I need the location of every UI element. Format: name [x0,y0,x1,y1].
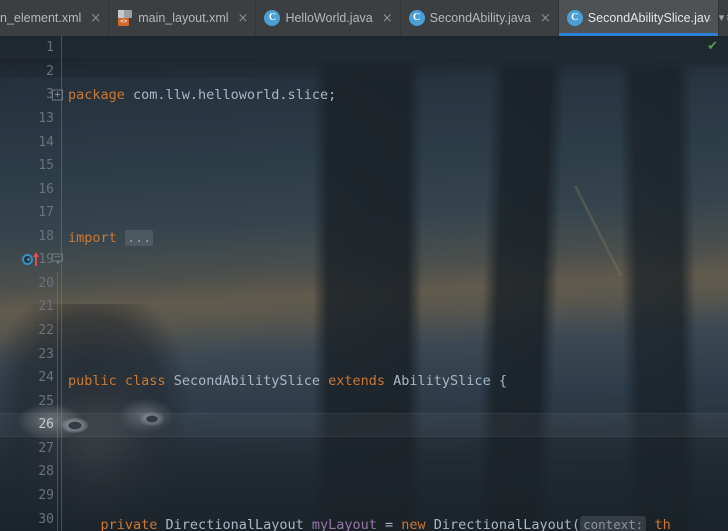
override-method-icon[interactable] [22,251,46,267]
line-number: 25 [38,393,54,409]
line-number-current: 26 [38,417,54,433]
ide-editor-window: n_element.xml × <> main_layout.xml × C H… [0,0,728,531]
tab-list-dropdown-icon[interactable]: ▾ [719,12,725,24]
tab-close-icon[interactable]: × [90,12,101,25]
java-class-icon: C [566,10,583,26]
xml-layout-icon: <> [117,10,133,26]
line-number: 27 [38,440,54,456]
line-number: 1 [46,40,54,56]
line-number: 30 [38,511,54,527]
inspection-ok-check-icon[interactable]: ✔ [707,40,718,53]
line-number: 20 [38,275,54,291]
code-editor[interactable]: 1 2 3 + 13 14 15 16 17 18 19 – 20 21 22 … [0,36,728,531]
line-number: 3 + [0,83,63,107]
tab-main_layout-xml[interactable]: <> main_layout.xml × [109,0,257,36]
code-line: private DirectionalLayout myLayout = new… [62,513,728,531]
tab-close-icon[interactable]: × [238,12,249,25]
java-class-icon: C [408,10,425,26]
tab-n_element-xml[interactable]: n_element.xml × [0,0,110,36]
tab-label: main_layout.xml [138,11,229,25]
line-number: 28 [38,464,54,480]
tab-close-icon[interactable]: × [382,12,393,25]
line-number: 15 [38,158,54,174]
code-line: package com.llw.helloworld.slice; [68,87,337,103]
tab-label: SecondAbilitySlice.java [587,11,711,25]
code-line: public class SecondAbilitySlice extends … [68,373,507,390]
line-number: 23 [38,346,54,362]
tab-label: n_element.xml [0,11,82,25]
tab-secondability-java[interactable]: C SecondAbility.java × [400,0,559,36]
gutter-divider [61,36,62,531]
line-number: 16 [38,181,54,197]
line-number: 17 [38,205,54,221]
tab-bar-controls: ▾ ≡ ≣ [719,0,728,36]
line-number: 21 [38,299,54,315]
line-number: 2 [46,63,54,79]
line-number: 29 [38,487,54,503]
line-number: 18 [38,228,54,244]
line-number: 19 – [0,248,63,272]
tab-label: HelloWorld.java [285,11,373,25]
editor-tab-bar: n_element.xml × <> main_layout.xml × C H… [0,0,728,36]
line-number: 14 [38,134,54,150]
editor-gutter[interactable]: 1 2 3 + 13 14 15 16 17 18 19 – 20 21 22 … [0,36,63,531]
code-text-area[interactable]: package com.llw.helloworld.slice; import… [62,36,728,531]
tab-secondabilityslice-java[interactable]: C SecondAbilitySlice.java [558,0,719,36]
java-class-icon: C [264,10,281,26]
code-line: import ... [68,230,154,247]
fold-region-line [57,272,58,531]
line-number: 22 [38,323,54,339]
line-number: 13 [38,110,54,126]
line-number: 24 [38,370,54,386]
tab-close-icon[interactable]: × [540,12,551,25]
tab-label: SecondAbility.java [429,11,531,25]
tab-helloworld-java[interactable]: C HelloWorld.java × [256,0,401,36]
